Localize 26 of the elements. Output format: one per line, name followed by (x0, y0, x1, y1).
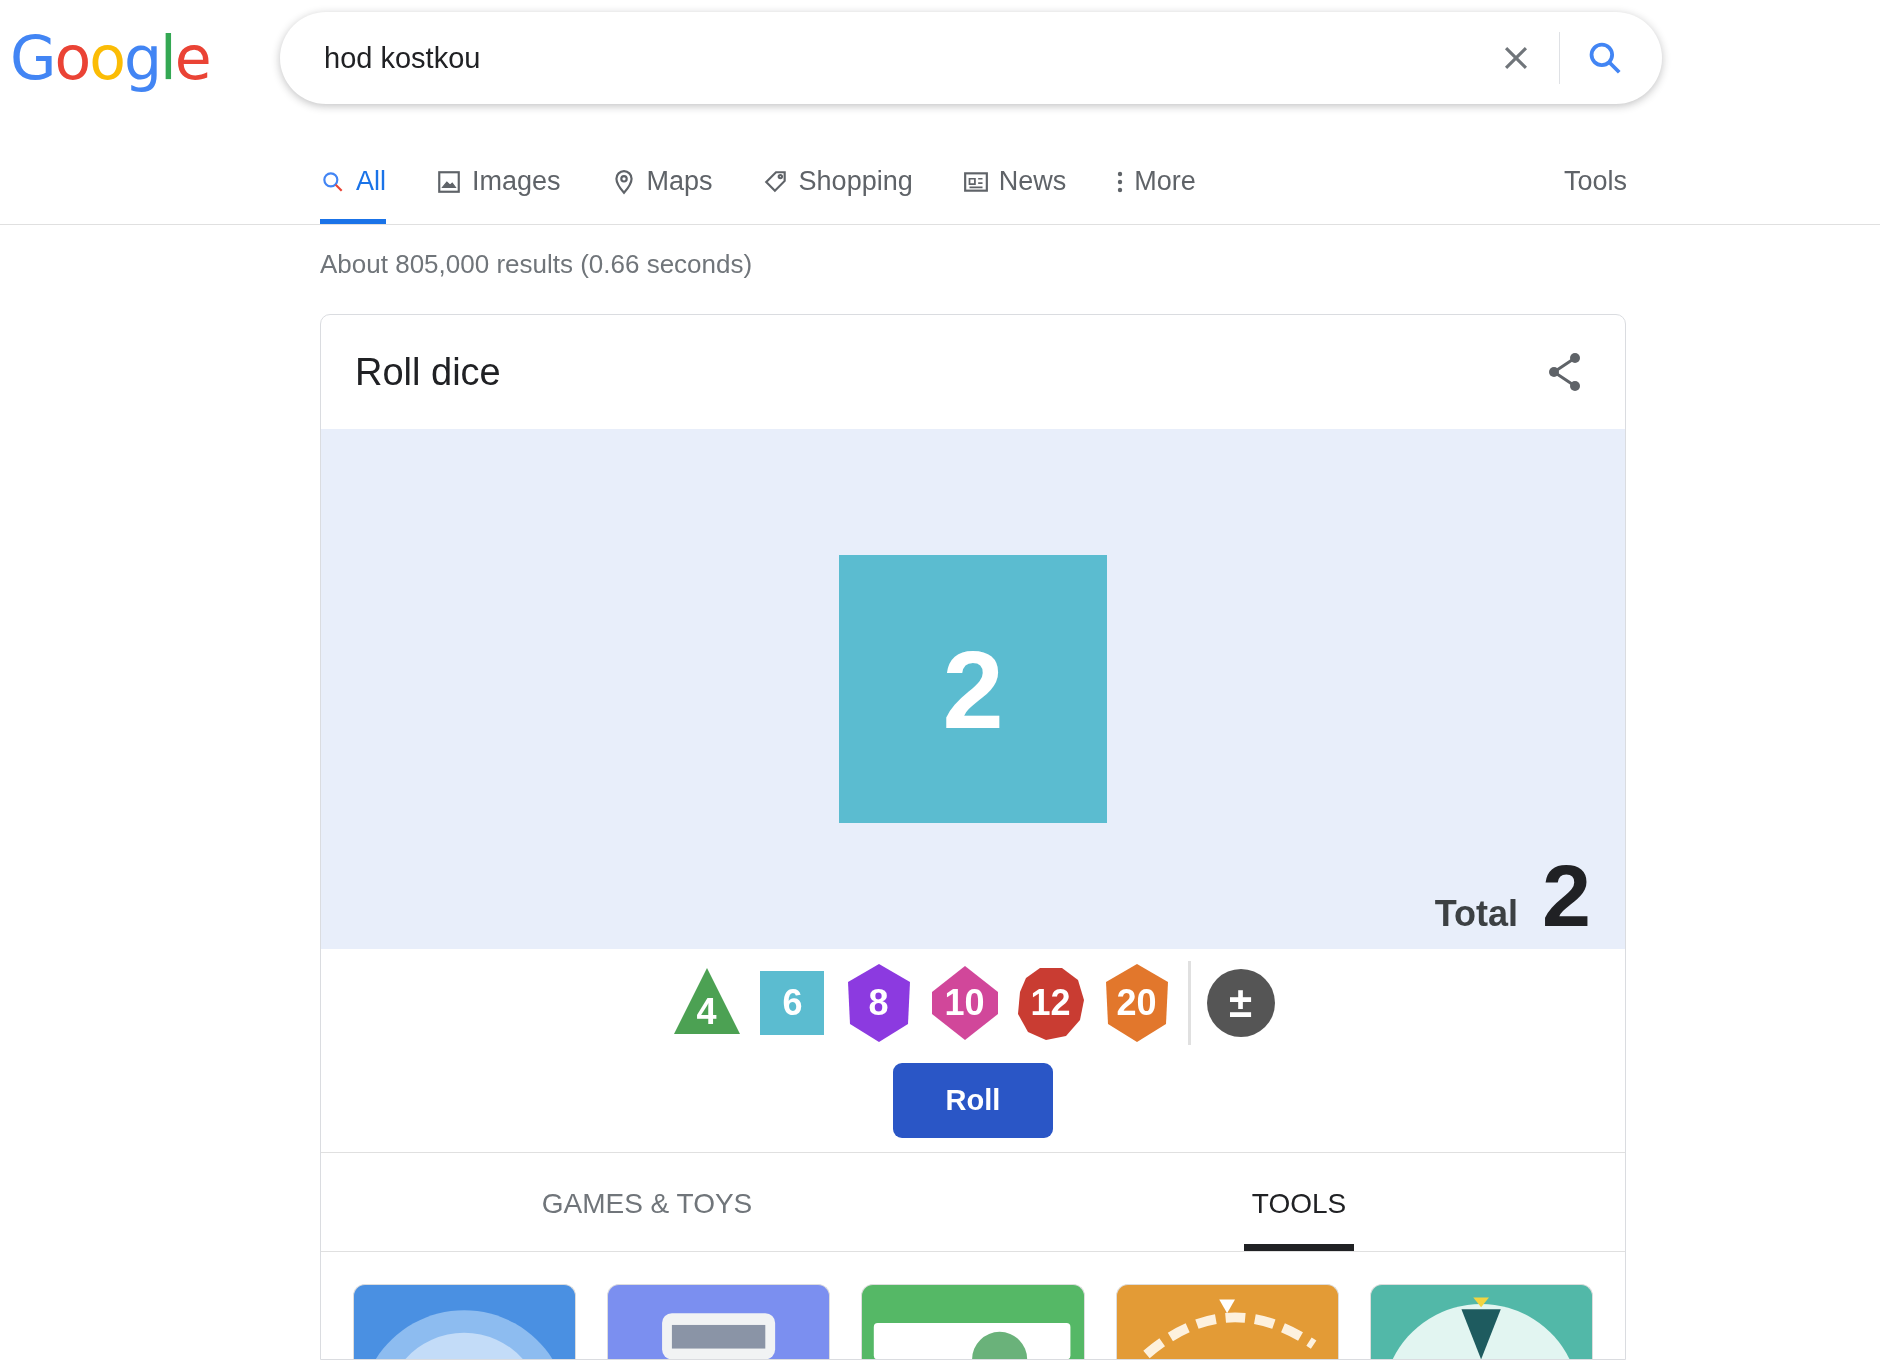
total-label: Total (1434, 893, 1519, 935)
category-tab[interactable]: GAMES & TOYS (321, 1153, 973, 1251)
google-logo[interactable]: Google (10, 23, 280, 93)
search-tab[interactable]: More (1116, 166, 1196, 224)
rolled-die: 2 (839, 555, 1107, 823)
search-tab[interactable]: Maps (610, 166, 713, 224)
modifier-button[interactable]: ± (1206, 969, 1275, 1037)
search-tab[interactable]: All (320, 166, 386, 224)
search-tab[interactable]: News (962, 166, 1067, 224)
app-tile[interactable] (607, 1284, 831, 1359)
result-stats: About 805,000 results (0.66 seconds) (320, 248, 754, 281)
category-tab[interactable]: TOOLS (973, 1153, 1625, 1251)
app-tile[interactable] (1369, 1284, 1593, 1359)
card-title: Roll dice (355, 350, 501, 394)
tag-icon (762, 168, 789, 195)
total-value: 2 (1542, 845, 1591, 947)
tools-link[interactable]: Tools (1563, 166, 1627, 224)
roll-button[interactable]: Roll (893, 1063, 1053, 1138)
search-tab[interactable]: Images (436, 166, 561, 224)
app-tile[interactable] (1115, 1284, 1339, 1359)
image-icon (436, 168, 462, 195)
share-icon (1547, 352, 1583, 392)
app-tile[interactable] (353, 1284, 577, 1359)
search-field[interactable]: hod kostkou (322, 40, 1491, 76)
app-tile[interactable] (861, 1284, 1085, 1359)
search-tab[interactable]: Shopping (762, 166, 913, 224)
